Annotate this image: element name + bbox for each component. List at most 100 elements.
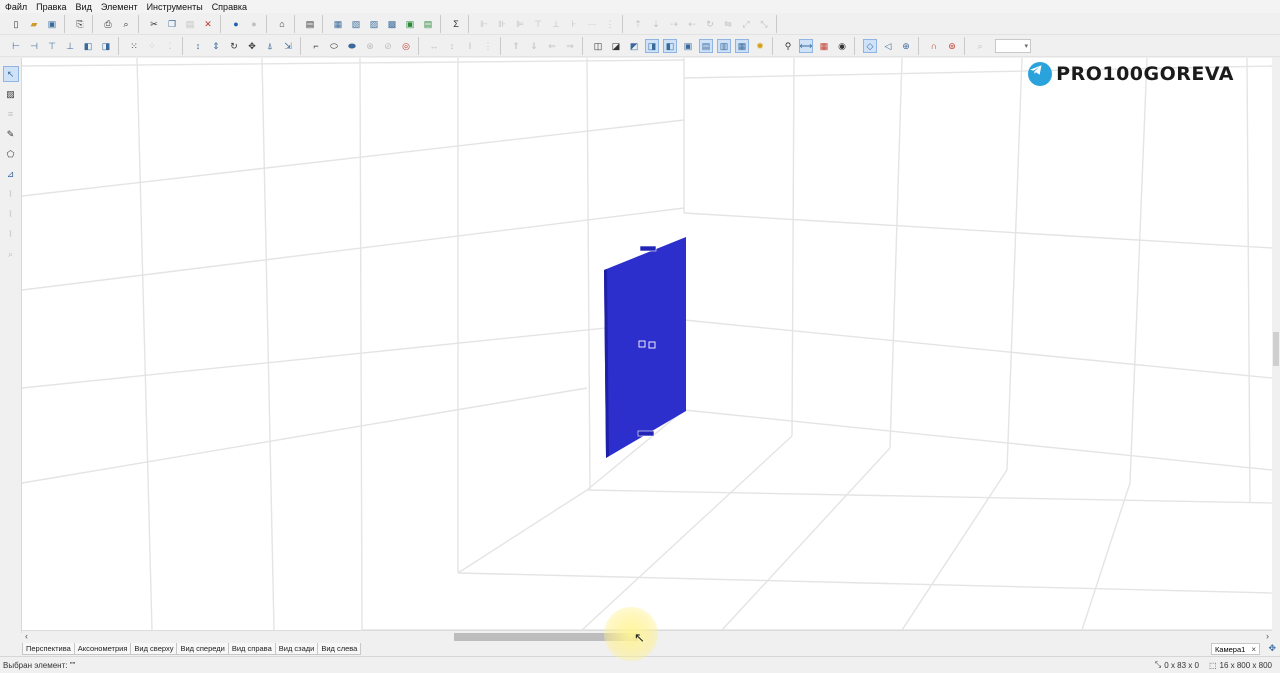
view-shaded-icon[interactable]: ◩ — [627, 39, 641, 53]
order-down-icon[interactable]: ⇓ — [527, 39, 541, 53]
eye-icon[interactable]: ◉ — [835, 39, 849, 53]
polygon-icon[interactable]: ⬠ — [3, 146, 19, 162]
grid-icon[interactable]: ⁙ — [127, 39, 141, 53]
scene-canvas[interactable] — [22, 58, 1272, 630]
element-group-icon[interactable]: ▨ — [367, 17, 381, 31]
tab-front-view[interactable]: Вид спереди — [176, 643, 229, 655]
vertical-scrollbar[interactable] — [1272, 58, 1280, 630]
vertical-scrollbar-thumb[interactable] — [1273, 332, 1279, 366]
view-solid-icon[interactable]: ▣ — [681, 39, 695, 53]
new-document-icon[interactable]: ▯ — [9, 17, 23, 31]
tab-left-view[interactable]: Вид слева — [317, 643, 362, 655]
copy-icon[interactable]: ❐ — [165, 17, 179, 31]
tab-back-view[interactable]: Вид сзади — [274, 643, 319, 655]
rotate-icon[interactable]: ↻ — [703, 17, 717, 31]
tab-right-view[interactable]: Вид справа — [227, 643, 276, 655]
dimension-display-icon[interactable]: ⟷ — [799, 38, 813, 53]
align-center-icon[interactable]: ⊪ — [495, 17, 509, 31]
wall-icon[interactable]: ≡ — [3, 106, 19, 122]
distribute-h-icon[interactable]: ⋯ — [585, 17, 599, 31]
move-vertical-icon[interactable]: ↕ — [191, 39, 205, 53]
arrange-front-icon[interactable]: ◧ — [81, 39, 95, 53]
tab-top-view[interactable]: Вид сверху — [130, 643, 178, 655]
paste-icon[interactable]: ▤ — [183, 17, 197, 31]
edit-path-icon[interactable]: ⌇ — [3, 206, 19, 222]
menu-view[interactable]: Вид — [76, 2, 92, 12]
resize-icon[interactable]: ⤢ — [739, 17, 753, 31]
view-material-icon[interactable]: ▥ — [717, 38, 731, 53]
horizontal-scrollbar-thumb[interactable] — [454, 633, 638, 641]
menu-tools[interactable]: Инструменты — [147, 2, 203, 12]
tab-camera[interactable]: Камера1 × — [1210, 643, 1260, 655]
ellipse-icon[interactable]: ⬭ — [327, 39, 341, 53]
camera-pan-icon[interactable]: ◁ — [881, 39, 895, 53]
mirror-icon[interactable]: ⇋ — [721, 17, 735, 31]
menu-help[interactable]: Справка — [212, 2, 247, 12]
move-up-icon[interactable]: ⇡ — [631, 17, 645, 31]
cabinet-panel[interactable] — [604, 237, 686, 458]
edit-curve-icon[interactable]: ⌇ — [3, 226, 19, 242]
view-shadow-icon[interactable]: ▦ — [735, 38, 749, 53]
element-list-icon[interactable]: ▦ — [331, 17, 345, 31]
select-arrow-icon[interactable]: ↖ — [2, 66, 19, 82]
view-outline-icon[interactable]: ◧ — [663, 38, 677, 53]
move-back-icon[interactable]: ⇠ — [685, 17, 699, 31]
hatch-icon[interactable]: ▨ — [3, 86, 19, 102]
brush-icon[interactable]: ✎ — [3, 126, 19, 142]
dimension-align-icon[interactable]: ⋮ — [481, 39, 495, 53]
pipette-icon[interactable]: ⚲ — [781, 39, 795, 53]
panel-bottom-handle[interactable] — [637, 430, 655, 437]
scroll-left-icon[interactable]: ‹ — [25, 631, 28, 642]
dimension-h-icon[interactable]: ↔ — [427, 39, 441, 53]
view-hidden-icon[interactable]: ◪ — [609, 39, 623, 53]
menu-file[interactable]: Файл — [5, 2, 27, 12]
stretch-icon[interactable]: ⇲ — [281, 39, 295, 53]
arrange-top-icon[interactable]: ⊤ — [45, 39, 59, 53]
grid-display-icon[interactable]: ▦ — [817, 39, 831, 53]
view-box-icon[interactable]: ▤ — [699, 38, 713, 53]
grid-settings-icon[interactable]: ⁚ — [163, 39, 177, 53]
order-left-icon[interactable]: ⇐ — [545, 39, 559, 53]
ellipse-flat-icon[interactable]: ⬬ — [345, 39, 359, 53]
arrange-right-icon[interactable]: ⊣ — [27, 39, 41, 53]
distribute-v-icon[interactable]: ⋮ — [603, 17, 617, 31]
catalog-icon[interactable]: ⌂ — [275, 17, 289, 31]
collision-icon[interactable]: ⊛ — [945, 39, 959, 53]
shape-x-icon[interactable]: ⊗ — [363, 39, 377, 53]
view-textured-icon[interactable]: ◨ — [645, 38, 659, 53]
search-shape-icon[interactable]: ⌕ — [3, 246, 19, 262]
light-bulb-icon[interactable]: ✹ — [753, 39, 767, 53]
order-up-icon[interactable]: ⇑ — [509, 39, 523, 53]
zoom-icon[interactable]: ⌕ — [973, 39, 987, 53]
cut-icon[interactable]: ✂ — [147, 17, 161, 31]
magnet-icon[interactable]: ∩ — [927, 39, 941, 53]
export-icon[interactable]: ⎘ — [73, 17, 87, 31]
element-lock-icon[interactable]: ▣ — [403, 17, 417, 31]
snap-icon[interactable]: ⤡ — [757, 17, 771, 31]
sigma-icon[interactable]: Σ — [449, 17, 463, 31]
element-edit-icon[interactable]: ▧ — [349, 17, 363, 31]
arrange-left-icon[interactable]: ⊢ — [9, 39, 23, 53]
chart-icon[interactable]: ⊿ — [3, 166, 19, 182]
tab-perspective[interactable]: Перспектива — [22, 643, 75, 655]
element-texture-icon[interactable]: ▤ — [421, 17, 435, 31]
scroll-right-icon[interactable]: › — [1266, 631, 1269, 642]
move-cross-icon[interactable]: ✥ — [245, 39, 259, 53]
view-wireframe-icon[interactable]: ◫ — [591, 39, 605, 53]
print-icon[interactable]: ⎙ — [101, 17, 115, 31]
render-sphere-icon[interactable]: ● — [229, 17, 243, 31]
properties-icon[interactable]: ▤ — [303, 17, 317, 31]
print-preview-icon[interactable]: ⌕ — [119, 17, 133, 31]
element-ungroup-icon[interactable]: ▩ — [385, 17, 399, 31]
camera-zoom-icon[interactable]: ⊕ — [899, 39, 913, 53]
arrange-back-icon[interactable]: ◨ — [99, 39, 113, 53]
panel-top-handle[interactable] — [639, 245, 657, 252]
close-icon[interactable]: × — [1251, 645, 1256, 654]
move-down-icon[interactable]: ⇣ — [649, 17, 663, 31]
move-free-icon[interactable]: ⇕ — [209, 39, 223, 53]
dimension-v-icon[interactable]: ↕ — [445, 39, 459, 53]
scale-icon[interactable]: ⍋ — [263, 39, 277, 53]
align-left-icon[interactable]: ⊩ — [477, 17, 491, 31]
render-settings-icon[interactable]: ● — [247, 17, 261, 31]
grid-snap-icon[interactable]: ⁘ — [145, 39, 159, 53]
